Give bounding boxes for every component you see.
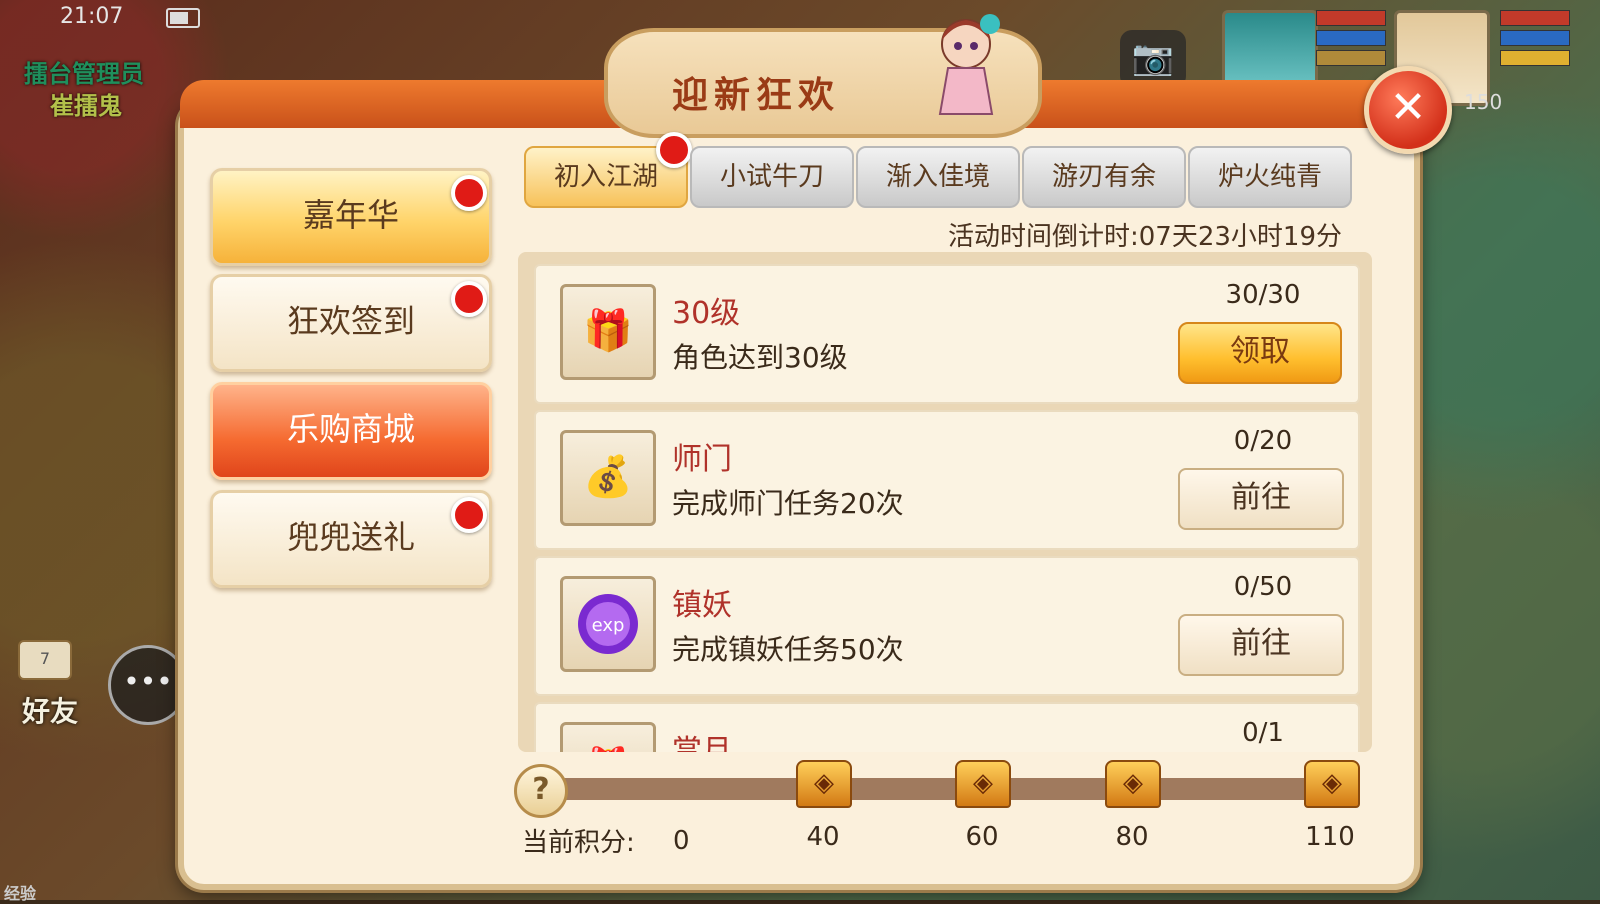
task-row: exp 镇妖 完成镇妖任务50次 0/50 前往 — [534, 556, 1360, 696]
mail-icon: 7 — [18, 640, 72, 680]
nav-item-label: 乐购商城 — [286, 410, 415, 448]
close-button[interactable]: ✕ — [1364, 66, 1452, 154]
task-progress: 0/20 — [1233, 426, 1293, 456]
clock-text: 21:07 — [60, 4, 124, 29]
tab-label: 渐入佳境 — [885, 162, 990, 192]
tab-label: 炉火纯青 — [1217, 162, 1322, 192]
task-title: 镇妖 — [672, 588, 732, 623]
chest-icon[interactable]: ◈ — [1304, 760, 1360, 808]
task-desc: 完成镇妖任务50次 — [672, 633, 904, 666]
nav-item-mall[interactable]: 乐购商城 — [210, 382, 492, 480]
notification-dot — [451, 497, 487, 533]
svg-text:exp: exp — [592, 615, 625, 636]
nav-item-label: 狂欢签到 — [286, 302, 415, 340]
exp-orb-icon: exp — [560, 576, 656, 672]
close-icon: ✕ — [1389, 82, 1427, 133]
mascot-character-icon — [938, 14, 1000, 115]
task-list[interactable]: 🎁 30级 角色达到30级 30/30 领取 💰 师门 完成师门任务20次 0/… — [518, 252, 1372, 752]
milestone-value: 110 — [1305, 822, 1355, 852]
exp-orb-icon-shape: exp — [578, 594, 638, 654]
task-title: 30级 — [672, 296, 741, 331]
battery-icon — [166, 8, 200, 28]
notification-dot — [451, 281, 487, 317]
friend-button[interactable]: 7 好友 — [18, 640, 98, 730]
tab-label: 小试牛刀 — [719, 162, 824, 192]
tab-stage-4[interactable]: 游刃有余 — [1022, 146, 1186, 208]
task-title: 赏月 — [672, 734, 732, 752]
go-button[interactable]: 前往 — [1178, 468, 1344, 530]
tab-label: 初入江湖 — [553, 162, 658, 192]
tab-stage-5[interactable]: 炉火纯青 — [1188, 146, 1352, 208]
task-desc: 角色达到30级 — [672, 341, 848, 374]
nav-item-label: 兜兜送礼 — [286, 518, 415, 556]
task-progress: 0/50 — [1233, 572, 1293, 602]
nav-item-signin[interactable]: 狂欢签到 — [210, 274, 492, 372]
gift-bag-icon: 🎁 — [560, 284, 656, 380]
player-status-bars — [1500, 10, 1570, 70]
tab-stage-3[interactable]: 渐入佳境 — [856, 146, 1020, 208]
player-title: 擂台管理员 — [24, 60, 144, 88]
mail-count: 7 — [39, 649, 51, 668]
help-icon[interactable]: ? — [514, 764, 568, 818]
gift-bag-icon: 🎁 — [560, 722, 656, 752]
task-desc: 完成师门任务20次 — [672, 487, 904, 520]
friend-label: 好友 — [22, 695, 79, 728]
pet-status-bars — [1316, 10, 1386, 70]
nav-item-gifts[interactable]: 兜兜送礼 — [210, 490, 492, 588]
notification-dot — [451, 175, 487, 211]
nav-item-carnival[interactable]: 嘉年华 — [210, 168, 492, 266]
chest-icon[interactable]: ◈ — [1105, 760, 1161, 808]
chat-bubble-icon: ••• — [123, 665, 173, 698]
panel-title: 迎新狂欢 — [672, 74, 841, 116]
milestone-value: 40 — [806, 822, 840, 852]
countdown-text: 活动时间倒计时:07天23小时19分 — [948, 222, 1343, 252]
nav-item-label: 嘉年华 — [302, 196, 399, 234]
chest-icon[interactable]: ◈ — [796, 760, 852, 808]
player-level: 150 — [1464, 90, 1503, 114]
go-button[interactable]: 前往 — [1178, 614, 1344, 676]
milestone-value: 60 — [965, 822, 999, 852]
score-value: 0 — [673, 826, 690, 856]
task-row: 💰 师门 完成师门任务20次 0/20 前往 — [534, 410, 1360, 550]
tab-label: 游刃有余 — [1051, 162, 1156, 192]
score-label: 当前积分: — [522, 828, 635, 858]
claim-button[interactable]: 领取 — [1178, 322, 1342, 384]
tab-stage-2[interactable]: 小试牛刀 — [690, 146, 854, 208]
chest-icon[interactable]: ◈ — [955, 760, 1011, 808]
player-name: 崔擂鬼 — [50, 92, 122, 120]
milestone-value: 80 — [1115, 822, 1149, 852]
camera-icon: 📷 — [1131, 38, 1175, 78]
task-row: 🎁 30级 角色达到30级 30/30 领取 — [534, 264, 1360, 404]
task-progress: 30/30 — [1225, 280, 1301, 310]
score-progress-track — [552, 778, 1352, 800]
exp-label: 经验 — [4, 884, 37, 903]
chat-button[interactable]: ••• — [108, 645, 188, 725]
task-row: 🎁 赏月 0/1 — [534, 702, 1360, 752]
task-title: 师门 — [672, 442, 732, 477]
task-progress: 0/1 — [1242, 718, 1284, 748]
gift-bag-icon: 💰 — [560, 430, 656, 526]
notification-dot — [656, 132, 692, 168]
